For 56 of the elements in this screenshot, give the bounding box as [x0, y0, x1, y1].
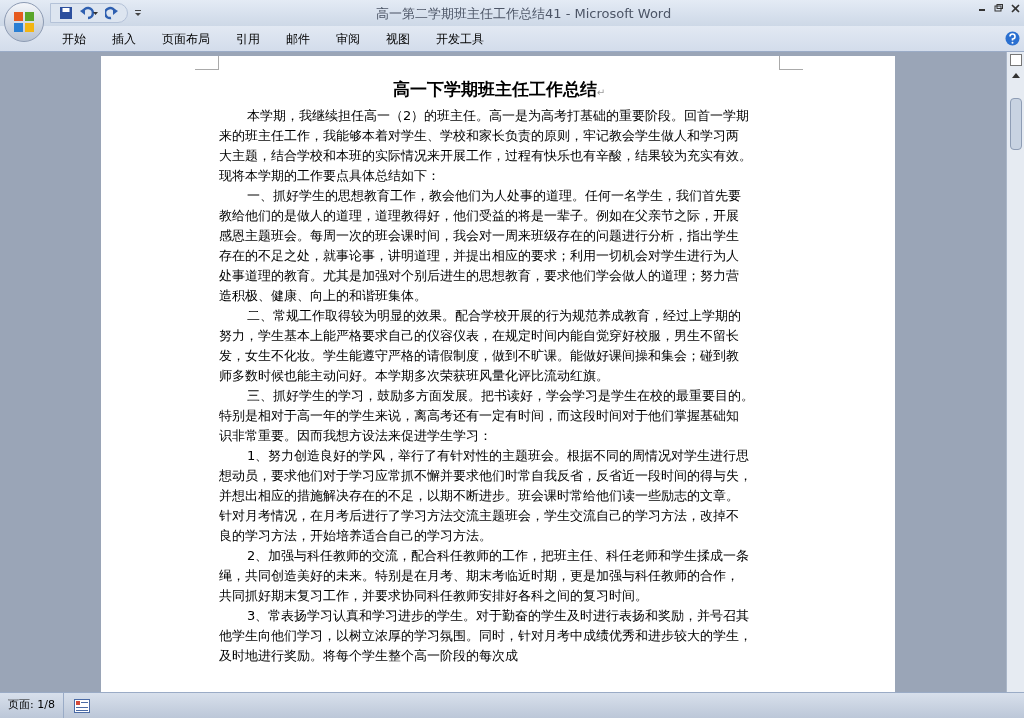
text-line: 教给他们的是做人的道理，道理教得好，他们受益的将是一辈子。例如在父亲节之际，开展 — [219, 207, 739, 225]
text-line: 处事道理的教育。尤其是加强对个别后进生的思想教育，要求他们学会做人的道理；努力营 — [219, 267, 739, 285]
text-line: 绳，共同创造美好的未来。特别是在月考、期末考临近时期，更是加强与科任教师的合作， — [219, 567, 739, 585]
crop-mark — [195, 56, 219, 70]
text-line: 并想出相应的措施解决存在的不足，以期不断进步。班会课时常给他们读一些励志的文章。 — [219, 487, 739, 505]
office-button[interactable] — [4, 2, 44, 42]
redo-icon[interactable] — [105, 6, 119, 20]
text-line: 造积极、健康、向上的和谐班集体。 — [219, 287, 427, 305]
close-icon[interactable] — [1011, 4, 1020, 13]
ribbon-tab[interactable]: 邮件 — [284, 29, 312, 48]
text-line: 3、常表扬学习认真和学习进步的学生。对于勤奋的学生及时进行表扬和奖励，并号召其 — [247, 607, 750, 625]
text-line: 良的学习方法，开始培养适合自己的学习方法。 — [219, 527, 492, 545]
text-line: 来的班主任工作，我能够本着对学生、学校和家长负责的原则，牢记教会学生做人和学习两 — [219, 127, 739, 145]
ribbon-tab[interactable]: 开发工具 — [434, 29, 486, 48]
ribbon-tab[interactable]: 页面布局 — [160, 29, 212, 48]
ribbon-tab[interactable]: 插入 — [110, 29, 138, 48]
save-icon[interactable] — [59, 6, 73, 20]
text-line: 1、努力创造良好的学风，举行了有针对性的主题班会。根据不同的周情况对学生进行思 — [247, 447, 750, 465]
ribbon-tab[interactable]: 视图 — [384, 29, 412, 48]
text-line: 师多数时候也能主动问好。本学期多次荣获班风量化评比流动红旗。 — [219, 367, 609, 385]
help-icon[interactable] — [1005, 31, 1020, 46]
ribbon-tab[interactable]: 引用 — [234, 29, 262, 48]
customize-dropdown-icon[interactable] — [134, 9, 142, 17]
office-logo-icon — [12, 10, 36, 34]
scroll-up-icon[interactable] — [1011, 72, 1020, 78]
restore-icon[interactable] — [994, 4, 1003, 12]
text-line: 特别是相对于高一年的学生来说，离高考还有一定有时间，而这段时间对于他们掌握基础知 — [219, 407, 739, 425]
text-line: 本学期，我继续担任高一（2）的班主任。高一是为高考打基础的重要阶段。回首一学期 — [247, 107, 750, 125]
document-icon[interactable] — [73, 698, 90, 713]
paragraph-mark-icon: ↵ — [596, 85, 606, 100]
text-line: 共同抓好期末复习工作，并要求协同科任教师安排好各科之间的复习时间。 — [219, 587, 648, 605]
text-line: 他学生向他们学习，以树立浓厚的学习氛围。同时，针对月考中成绩优秀和进步较大的学生， — [219, 627, 752, 645]
text-line: 针对月考情况，在月考后进行了学习方法交流主题班会，学生交流自己的学习方法，改掉不 — [219, 507, 739, 525]
ribbon-tab[interactable]: 审阅 — [334, 29, 362, 48]
page-count[interactable]: 页面: 1/8 — [0, 693, 64, 718]
window-title: 高一第二学期班主任工作总结41 - Microsoft Word — [376, 5, 672, 23]
document-title: 高一下学期班主任工作总结 — [392, 77, 597, 101]
text-line: 2、加强与科任教师的交流，配合科任教师的工作，把班主任、科任老师和学生揉成一条 — [247, 547, 750, 565]
text-line: 大主题，结合学校和本班的实际情况来开展工作，过程有快乐也有辛酸，结果较为充实有效。 — [219, 147, 752, 165]
text-line: 想动员，要求他们对于学习应常抓不懈并要求他们时常自我反省，反省近一段时间的得与失， — [219, 467, 752, 485]
ribbon-tab[interactable]: 开始 — [60, 29, 88, 48]
text-line: 发，女生不化妆。学生能遵守严格的请假制度，做到不旷课。能做好课间操和集会；碰到教 — [219, 347, 739, 365]
ruler-toggle-icon[interactable] — [1009, 54, 1022, 66]
text-line: 现将本学期的工作要点具体总结如下： — [219, 167, 440, 185]
text-line: 感恩主题班会。每周一次的班会课时间，我会对一周来班级存在的问题进行分析，指出学生 — [219, 227, 739, 245]
text-line: 二、常规工作取得较为明显的效果。配合学校开展的行为规范养成教育，经过上学期的 — [247, 307, 741, 325]
scroll-thumb[interactable] — [1009, 98, 1022, 150]
vertical-scrollbar[interactable] — [1006, 52, 1024, 692]
text-line: 存在的不足之处，就事论事，讲明道理，并提出相应的要求；利用一切机会对学生进行为人 — [219, 247, 739, 265]
text-line: 三、抓好学生的学习，鼓励多方面发展。把书读好，学会学习是学生在校的最重要目的。 — [247, 387, 754, 405]
text-line: 一、抓好学生的思想教育工作，教会他们为人处事的道理。任何一名学生，我们首先要 — [247, 187, 741, 205]
text-line: 识非常重要。因而我想方设法来促进学生学习： — [219, 427, 492, 445]
crop-mark — [779, 56, 803, 70]
undo-icon[interactable] — [79, 6, 99, 20]
text-line: 努力，学生基本上能严格要求自己的仪容仪表，在规定时间内能自觉穿好校服，男生不留长 — [219, 327, 739, 345]
text-line: 及时地进行奖励。将每个学生整个高一阶段的每次成 — [219, 647, 518, 665]
